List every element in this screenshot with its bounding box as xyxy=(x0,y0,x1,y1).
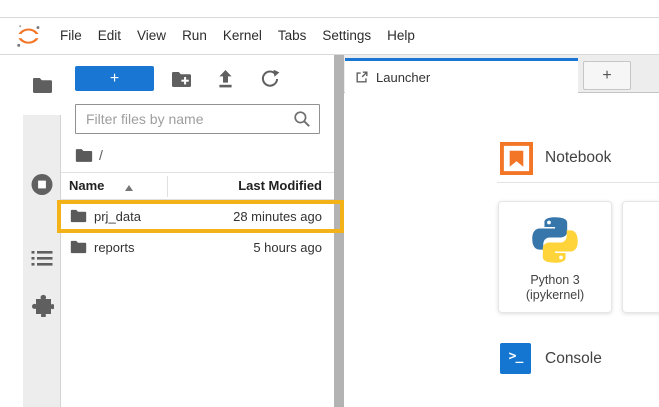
file-list-header: Name Last Modified xyxy=(61,173,334,200)
filter-files-input[interactable] xyxy=(75,104,320,134)
menu-help[interactable]: Help xyxy=(379,18,423,54)
menu-view[interactable]: View xyxy=(129,18,174,54)
column-header-last-modified[interactable]: Last Modified xyxy=(238,178,322,193)
sidebar-tab-table-of-contents[interactable] xyxy=(31,250,52,272)
folder-icon xyxy=(75,148,93,163)
console-section-header: >_ xyxy=(500,343,531,374)
menu-bar: File Edit View Run Kernel Tabs Settings … xyxy=(0,17,659,55)
column-header-name[interactable]: Name xyxy=(69,178,104,193)
file-browser-panel: + xyxy=(61,55,334,407)
column-divider xyxy=(167,176,168,197)
jupyterlab-window: File Edit View Run Kernel Tabs Settings … xyxy=(0,0,659,407)
folder-icon xyxy=(32,77,53,94)
file-row-reports[interactable]: reports 5 hours ago xyxy=(61,233,334,261)
sort-ascending-icon xyxy=(125,185,133,191)
notebook-section-title: Notebook xyxy=(545,149,611,167)
tab-launcher[interactable]: Launcher xyxy=(345,58,578,93)
new-tab-button[interactable]: + xyxy=(583,61,631,90)
tab-label: Launcher xyxy=(376,70,430,85)
menu-tabs[interactable]: Tabs xyxy=(270,18,315,54)
file-name: reports xyxy=(94,240,134,255)
left-sidebar xyxy=(23,55,61,407)
sidebar-tab-file-browser[interactable] xyxy=(23,55,61,115)
menu-run[interactable]: Run xyxy=(174,18,215,54)
notebook-section-header xyxy=(500,142,533,180)
breadcrumb[interactable]: / xyxy=(75,145,103,165)
refresh-icon xyxy=(260,69,280,89)
new-folder-button[interactable] xyxy=(170,68,192,90)
jupyter-logo-icon xyxy=(15,23,42,50)
upload-icon xyxy=(216,69,235,89)
main-area: Launcher + Notebook Python 3 (ipykernel)… xyxy=(344,55,659,407)
console-section-title: Console xyxy=(545,350,602,368)
notebook-icon xyxy=(500,142,533,175)
folder-icon xyxy=(70,209,87,223)
folder-icon xyxy=(70,240,87,254)
launcher-icon xyxy=(355,70,369,84)
file-modified: 28 minutes ago xyxy=(233,209,322,224)
sidebar-tab-running[interactable] xyxy=(30,173,53,201)
menu-kernel[interactable]: Kernel xyxy=(215,18,270,54)
refresh-button[interactable] xyxy=(259,68,281,90)
extensions-puzzle-icon xyxy=(30,293,54,317)
main-tab-bar: Launcher + xyxy=(344,55,659,93)
console-icon: >_ xyxy=(509,349,523,364)
file-row-prj-data[interactable]: prj_data 28 minutes ago xyxy=(61,200,334,232)
menu-edit[interactable]: Edit xyxy=(90,18,129,54)
section-divider xyxy=(497,182,659,183)
kernel-card-title: Python 3 xyxy=(530,273,579,288)
new-folder-icon xyxy=(171,71,192,88)
launcher-card-python3[interactable]: Python 3 (ipykernel) xyxy=(498,201,612,313)
sidebar-tabs xyxy=(23,115,61,407)
upload-button[interactable] xyxy=(214,68,236,90)
sidebar-tab-extensions[interactable] xyxy=(30,293,54,322)
running-kernels-icon xyxy=(30,173,53,196)
launcher-card-partial[interactable] xyxy=(622,201,659,313)
breadcrumb-root: / xyxy=(99,147,103,163)
file-modified: 5 hours ago xyxy=(253,240,322,255)
python-logo-icon xyxy=(529,214,581,266)
new-launcher-button[interactable]: + xyxy=(75,66,154,91)
menu-settings[interactable]: Settings xyxy=(314,18,379,54)
panel-splitter[interactable] xyxy=(334,55,344,407)
menu-file[interactable]: File xyxy=(52,18,90,54)
kernel-card-subtitle: (ipykernel) xyxy=(526,288,584,303)
file-name: prj_data xyxy=(94,209,141,224)
list-icon xyxy=(31,250,52,267)
